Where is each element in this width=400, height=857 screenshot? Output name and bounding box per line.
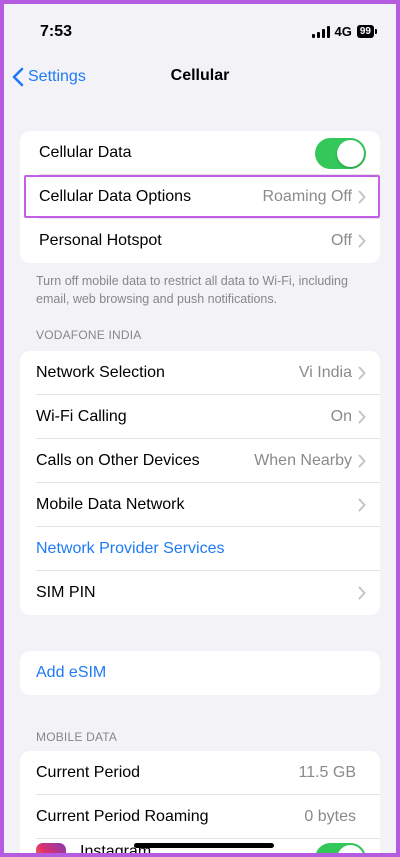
section-header-carrier: VODAFONE INDIA [36,328,142,342]
wifi-calling-row[interactable]: Wi-Fi Calling On [20,395,380,439]
personal-hotspot-row[interactable]: Personal Hotspot Off [20,219,380,263]
current-period-value: 11.5 GB [298,764,356,781]
cellular-data-label: Cellular Data [39,144,132,161]
status-bar: 7:53 4G 99 [4,4,396,54]
personal-hotspot-value: Off [330,232,352,249]
current-period-roaming-label: Current Period Roaming [36,808,209,825]
current-period-label: Current Period [36,764,141,781]
section-header-mobile-data: MOBILE DATA [36,730,118,744]
esim-group: Add eSIM [20,651,380,695]
chevron-right-icon [358,366,366,380]
carrier-group: Network Selection Vi India Wi-Fi Calling… [20,351,380,615]
wifi-calling-label: Wi-Fi Calling [36,408,127,425]
instagram-app-icon [36,843,66,853]
network-selection-value: Vi India [298,364,352,381]
sim-pin-label: SIM PIN [36,584,96,601]
cellular-data-options-value: Roaming Off [262,188,352,205]
calls-other-devices-row[interactable]: Calls on Other Devices When Nearby [20,439,380,483]
calls-other-devices-label: Calls on Other Devices [36,452,200,469]
chevron-right-icon [358,410,366,424]
chevron-right-icon [358,498,366,512]
screen: 7:53 4G 99 Settings Cellular Cellular Da… [0,0,400,857]
calls-other-devices-value: When Nearby [254,452,352,469]
instagram-data-toggle[interactable] [315,843,366,853]
cellular-data-options-row[interactable]: Cellular Data Options Roaming Off [20,175,380,219]
battery-icon: 99 [356,25,378,38]
personal-hotspot-label: Personal Hotspot [39,232,162,249]
chevron-right-icon [358,190,366,204]
status-time: 7:53 [40,23,73,40]
current-period-roaming-value: 0 bytes [304,808,356,825]
signal-icon [311,25,330,38]
mobile-data-network-label: Mobile Data Network [36,496,185,513]
add-esim-link[interactable]: Add eSIM [36,664,380,682]
chevron-right-icon [358,454,366,468]
network-provider-services-link[interactable]: Network Provider Services [36,540,380,558]
chevron-right-icon [358,234,366,248]
instagram-row: Instagram [20,839,380,853]
network-type: 4G [334,24,352,39]
current-period-roaming-row: Current Period Roaming 0 bytes [20,795,380,839]
mobile-data-group: Current Period 11.5 GB Current Period Ro… [20,751,380,853]
cellular-data-footnote: Turn off mobile data to restrict all dat… [36,274,348,306]
network-selection-row[interactable]: Network Selection Vi India [20,351,380,395]
chevron-right-icon [358,586,366,600]
cellular-data-row: Cellular Data [20,131,380,175]
network-selection-label: Network Selection [36,364,165,381]
cellular-data-options-label: Cellular Data Options [39,188,192,205]
navigation-bar: Settings Cellular [4,59,396,95]
mobile-data-network-row[interactable]: Mobile Data Network [20,483,380,527]
sim-pin-row[interactable]: SIM PIN [20,571,380,615]
home-indicator [134,843,274,848]
cellular-data-toggle[interactable] [315,137,366,169]
current-period-row: Current Period 11.5 GB [20,751,380,795]
page-title: Cellular [170,67,230,84]
wifi-calling-value: On [330,408,352,425]
status-indicators: 4G 99 [311,24,378,39]
network-provider-services-row[interactable]: Network Provider Services [20,527,380,571]
add-esim-row[interactable]: Add eSIM [20,651,380,695]
cellular-group: Cellular Data Cellular Data Options Roam… [20,131,380,263]
